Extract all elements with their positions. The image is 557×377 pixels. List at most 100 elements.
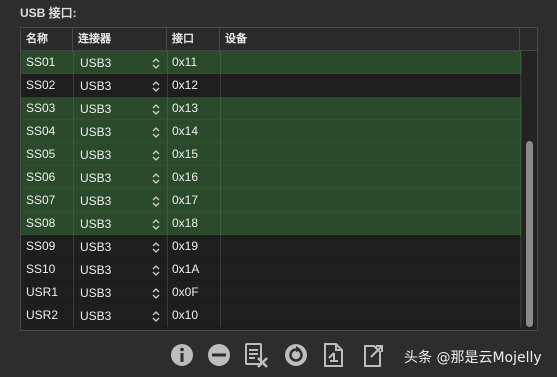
up-down-chevron-icon[interactable] bbox=[151, 310, 161, 323]
column-divider bbox=[220, 74, 221, 97]
table-row[interactable]: USR1 USB3 0x0F bbox=[21, 281, 521, 304]
connector-select[interactable]: USB3 bbox=[77, 285, 163, 302]
clear-list-icon[interactable] bbox=[242, 341, 270, 369]
device-cell bbox=[220, 304, 520, 327]
device-cell bbox=[220, 212, 520, 235]
usb-ports-table: 名称 连接器 接口 设备 SS01 USB3 0x11 SS02 USB3 0x12 SS0… bbox=[20, 27, 538, 331]
up-down-chevron-icon[interactable] bbox=[151, 149, 161, 162]
up-down-chevron-icon[interactable] bbox=[151, 241, 161, 254]
column-header-port[interactable]: 接口 bbox=[167, 28, 220, 50]
up-down-chevron-icon[interactable] bbox=[151, 195, 161, 208]
column-divider bbox=[220, 258, 221, 281]
up-down-chevron-icon[interactable] bbox=[151, 218, 161, 231]
table-row[interactable]: SS08 USB3 0x18 bbox=[21, 212, 521, 235]
port-address-cell: 0x11 bbox=[172, 55, 198, 69]
column-header-device[interactable]: 设备 bbox=[220, 28, 520, 50]
section-title: USB 接口: bbox=[20, 6, 77, 20]
export-icon[interactable] bbox=[360, 341, 388, 369]
connector-select[interactable]: USB3 bbox=[77, 124, 163, 141]
connector-select[interactable]: USB3 bbox=[77, 193, 163, 210]
connector-value: USB3 bbox=[80, 263, 112, 277]
port-name-cell: SS05 bbox=[26, 147, 56, 161]
port-name-cell: SS08 bbox=[26, 216, 56, 230]
connector-select[interactable]: USB3 bbox=[77, 101, 163, 118]
column-divider bbox=[220, 120, 221, 143]
connector-value: USB3 bbox=[80, 286, 112, 300]
watermark-text: 头条 @那是云Mojelly bbox=[404, 350, 542, 366]
device-cell bbox=[220, 258, 520, 281]
column-divider bbox=[167, 304, 168, 327]
column-divider bbox=[73, 212, 74, 235]
column-divider bbox=[167, 258, 168, 281]
refresh-icon[interactable] bbox=[282, 341, 310, 369]
connector-value: USB3 bbox=[80, 194, 112, 208]
column-divider bbox=[73, 166, 74, 189]
column-divider bbox=[220, 235, 221, 258]
column-header-name[interactable]: 名称 bbox=[21, 28, 73, 50]
connector-select[interactable]: USB3 bbox=[77, 308, 163, 325]
up-down-chevron-icon[interactable] bbox=[151, 172, 161, 185]
device-cell bbox=[220, 166, 520, 189]
column-divider bbox=[167, 97, 168, 120]
port-address-cell: 0x19 bbox=[172, 239, 199, 253]
port-address-cell: 0x0F bbox=[172, 285, 199, 299]
port-name-cell: SS09 bbox=[26, 239, 56, 253]
table-row[interactable]: SS01 USB3 0x11 bbox=[21, 51, 521, 74]
connector-select[interactable]: USB3 bbox=[77, 78, 163, 95]
port-name-cell: SS06 bbox=[26, 170, 56, 184]
port-name-cell: USR1 bbox=[26, 285, 59, 299]
column-divider bbox=[73, 143, 74, 166]
connector-select[interactable]: USB3 bbox=[77, 216, 163, 233]
connector-value: USB3 bbox=[80, 217, 112, 231]
device-cell bbox=[220, 120, 520, 143]
table-row[interactable]: SS04 USB3 0x14 bbox=[21, 120, 521, 143]
column-divider bbox=[167, 212, 168, 235]
table-row[interactable]: USR2 USB3 0x10 bbox=[21, 304, 521, 327]
table-row[interactable]: SS10 USB3 0x1A bbox=[21, 258, 521, 281]
connector-select[interactable]: USB3 bbox=[77, 147, 163, 164]
table-row[interactable]: SS09 USB3 0x19 bbox=[21, 235, 521, 258]
connector-select[interactable]: USB3 bbox=[77, 262, 163, 279]
device-cell bbox=[220, 235, 520, 258]
connector-value: USB3 bbox=[80, 148, 112, 162]
port-name-cell: SS01 bbox=[26, 55, 56, 69]
up-down-chevron-icon[interactable] bbox=[151, 287, 161, 300]
column-divider bbox=[167, 143, 168, 166]
scrollbar-thumb[interactable] bbox=[526, 141, 533, 327]
connector-select[interactable]: USB3 bbox=[77, 239, 163, 256]
port-address-cell: 0x14 bbox=[172, 124, 199, 138]
table-row[interactable]: SS07 USB3 0x17 bbox=[21, 189, 521, 212]
column-divider bbox=[73, 281, 74, 304]
table-row[interactable]: SS06 USB3 0x16 bbox=[21, 166, 521, 189]
up-down-chevron-icon[interactable] bbox=[151, 57, 161, 70]
connector-select[interactable]: USB3 bbox=[77, 170, 163, 187]
vertical-scrollbar[interactable] bbox=[521, 51, 537, 330]
column-divider bbox=[220, 166, 221, 189]
remove-icon[interactable] bbox=[205, 341, 233, 369]
up-down-chevron-icon[interactable] bbox=[151, 80, 161, 93]
connector-select[interactable]: USB3 bbox=[77, 55, 163, 72]
info-icon[interactable] bbox=[168, 341, 196, 369]
table-row[interactable]: SS05 USB3 0x15 bbox=[21, 143, 521, 166]
column-header-connector[interactable]: 连接器 bbox=[73, 28, 167, 50]
device-cell bbox=[220, 281, 520, 304]
device-cell bbox=[220, 51, 520, 74]
port-address-cell: 0x15 bbox=[172, 147, 199, 161]
column-divider bbox=[220, 143, 221, 166]
up-down-chevron-icon[interactable] bbox=[151, 103, 161, 116]
table-row[interactable]: SS02 USB3 0x12 bbox=[21, 74, 521, 97]
connector-value: USB3 bbox=[80, 56, 112, 70]
column-header-spacer bbox=[520, 28, 537, 50]
table-body: SS01 USB3 0x11 SS02 USB3 0x12 SS03 USB3 0x13 SS04… bbox=[21, 51, 521, 327]
connector-value: USB3 bbox=[80, 125, 112, 139]
port-address-cell: 0x12 bbox=[172, 78, 199, 92]
connector-value: USB3 bbox=[80, 171, 112, 185]
table-row[interactable]: SS03 USB3 0x13 bbox=[21, 97, 521, 120]
device-cell bbox=[220, 74, 520, 97]
device-cell bbox=[220, 189, 520, 212]
port-name-cell: USR2 bbox=[26, 308, 59, 322]
up-down-chevron-icon[interactable] bbox=[151, 126, 161, 139]
import-icon[interactable] bbox=[320, 341, 348, 369]
column-divider bbox=[73, 235, 74, 258]
up-down-chevron-icon[interactable] bbox=[151, 264, 161, 277]
